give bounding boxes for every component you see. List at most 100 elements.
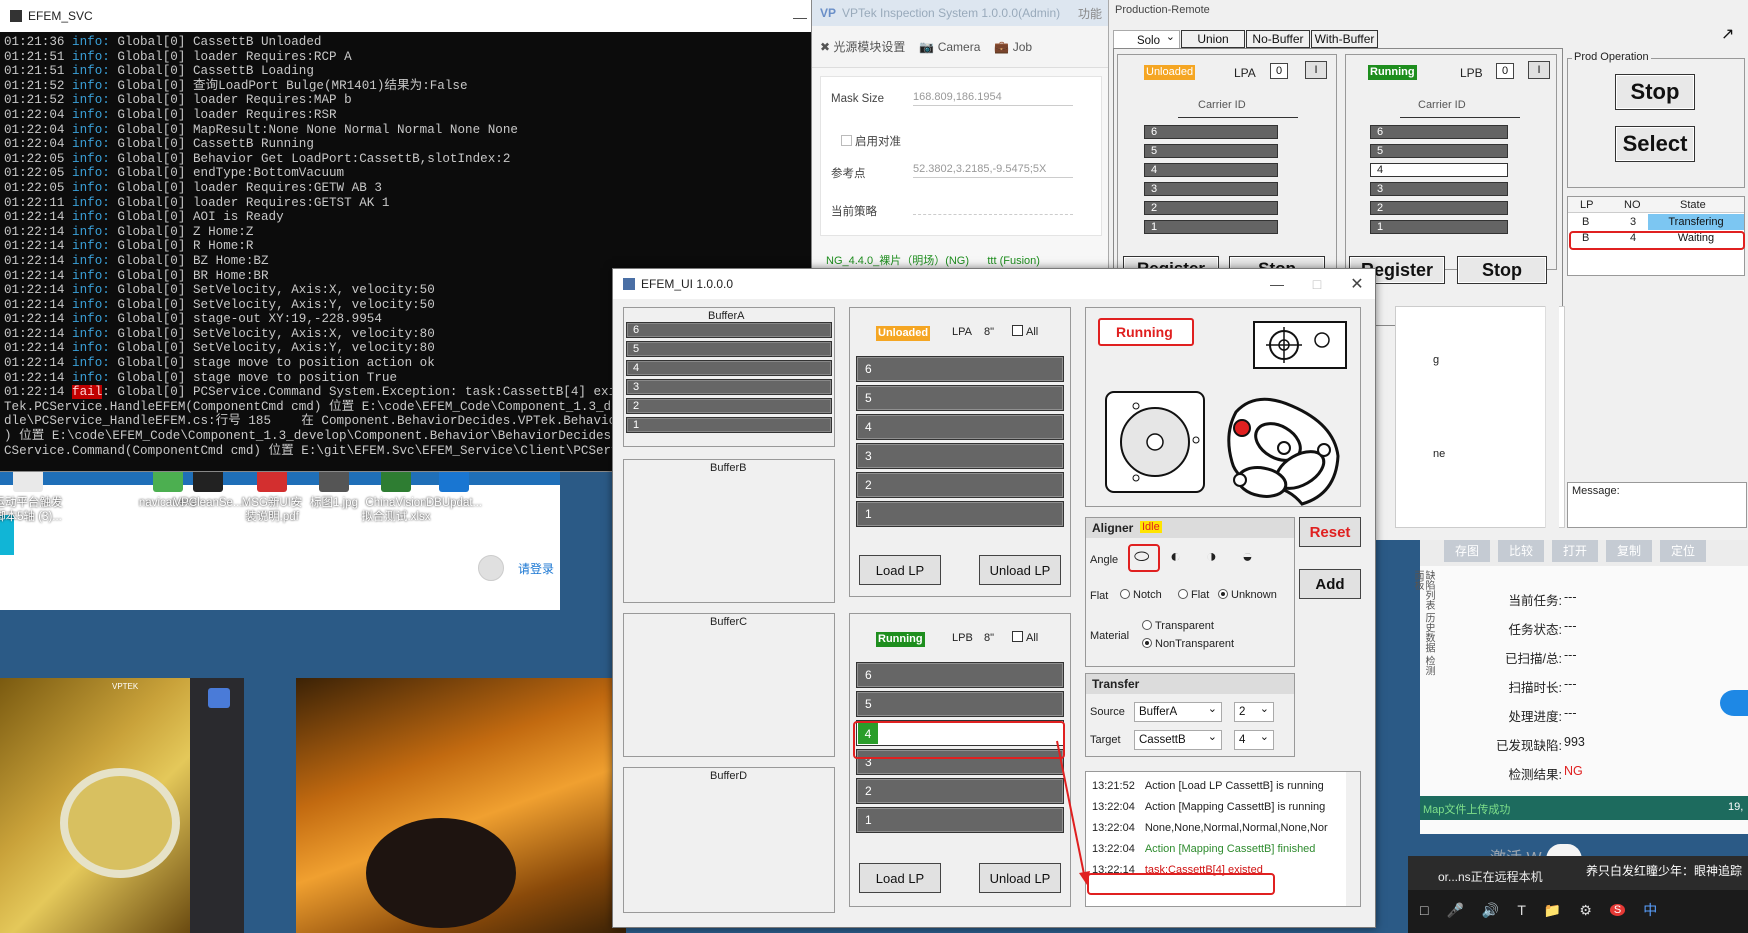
efem-lpa-load-button[interactable]: Load LP <box>859 555 941 585</box>
target-select[interactable]: CassettB <box>1134 728 1222 750</box>
prod-select-button[interactable]: Select <box>1615 126 1695 162</box>
log-scrollbar[interactable] <box>1346 772 1360 906</box>
pr-lpb-slot[interactable]: 1 <box>1370 220 1508 234</box>
efem-lpa-slot[interactable]: 4 <box>856 414 1064 440</box>
efem-lpa-all-checkbox[interactable]: All <box>1012 325 1038 338</box>
angle-270-icon[interactable]: ◒ <box>1242 546 1253 567</box>
pr-lpa-slot[interactable]: 1 <box>1144 220 1278 234</box>
efem-lpa-slot[interactable]: 2 <box>856 472 1064 498</box>
stat-value: NG <box>1564 764 1583 778</box>
login-hint[interactable]: 请登录 <box>518 560 554 577</box>
prod-stop-button[interactable]: Stop <box>1615 74 1695 110</box>
target-slot-select[interactable]: 4 <box>1234 728 1274 750</box>
strategy-value[interactable] <box>913 201 1073 215</box>
efem-lpb-slot[interactable]: 6 <box>856 662 1064 688</box>
efem-minimize-icon[interactable]: — <box>1257 269 1297 299</box>
pr-lpb-slot[interactable]: 5 <box>1370 144 1508 158</box>
console-minimize-icon[interactable]: — <box>780 2 811 32</box>
pr-lpb-stop-button[interactable]: Stop <box>1457 256 1547 284</box>
material-transparent-radio[interactable]: Transparent <box>1142 620 1214 632</box>
pr-lpb-slot[interactable]: 6 <box>1370 125 1508 139</box>
buffer-a-slot[interactable]: 5 <box>626 341 832 357</box>
efem-close-icon[interactable]: ✕ <box>1337 269 1375 299</box>
log-entry: 13:21:52 Action [Load LP CassettB] is run… <box>1092 780 1324 792</box>
chat-icon[interactable]: □ <box>1420 902 1428 918</box>
resize-icon[interactable]: ↗ <box>1721 24 1734 44</box>
folder-icon[interactable]: 📁 <box>1544 902 1561 919</box>
pr-lpb-slot[interactable]: 3 <box>1370 182 1508 196</box>
ref-point-value[interactable]: 52.3802,3.2185,-9.5475;5X <box>913 163 1073 178</box>
efem-lpa-slot[interactable]: 5 <box>856 385 1064 411</box>
buffer-a-slot[interactable]: 6 <box>626 322 832 338</box>
efem-lpb-all-checkbox[interactable]: All <box>1012 631 1038 644</box>
row1-state[interactable]: Transfering <box>1648 214 1744 230</box>
add-button[interactable]: Add <box>1299 569 1361 599</box>
efem-lpb-unload-button[interactable]: Unload LP <box>979 863 1061 893</box>
flat-notch-radio[interactable]: Notch <box>1120 589 1162 601</box>
pr-lpa-slot[interactable]: 4 <box>1144 163 1278 177</box>
flat-flat-radio[interactable]: Flat <box>1178 589 1209 601</box>
ng-line[interactable]: NG_4.4.0_裸片（明场）(NG) ttt (Fusion) <box>826 252 1040 268</box>
ime-icon[interactable]: S <box>1609 904 1626 916</box>
pr-lpb-slot[interactable]: 2 <box>1370 201 1508 215</box>
pr-lpa-flag[interactable]: I <box>1305 61 1327 79</box>
angle-90-icon[interactable]: ◐ <box>1170 546 1181 567</box>
reset-button[interactable]: Reset <box>1299 517 1361 547</box>
pr-lpa-slot[interactable]: 3 <box>1144 182 1278 196</box>
flat-unknown-radio[interactable]: Unknown <box>1218 589 1277 601</box>
buffer-a-slot[interactable]: 2 <box>626 398 832 414</box>
efem-lpa-unload-button[interactable]: Unload LP <box>979 555 1061 585</box>
avatar[interactable] <box>478 555 504 581</box>
mask-size-value[interactable]: 168.809,186.1954 <box>913 91 1073 106</box>
tool-job[interactable]: 💼 Job <box>994 40 1032 54</box>
pr-lpa-slot[interactable]: 2 <box>1144 201 1278 215</box>
angle-0-icon[interactable]: ⬭ <box>1134 546 1149 567</box>
tool-compare[interactable]: 比较 <box>1498 538 1544 562</box>
efem-lpa-slot[interactable]: 3 <box>856 443 1064 469</box>
tab-solo[interactable]: Solo <box>1113 28 1180 50</box>
prod-log-scrollbar[interactable] <box>1545 306 1559 528</box>
efem-maximize-icon[interactable]: □ <box>1297 269 1337 299</box>
source-slot-select[interactable]: 2 <box>1234 700 1274 722</box>
pr-lpb-slot[interactable]: 4 <box>1370 163 1508 177</box>
right-blue-circle[interactable] <box>1720 690 1748 716</box>
efem-lpb-load-button[interactable]: Load LP <box>859 863 941 893</box>
buffer-a-slot[interactable]: 3 <box>626 379 832 395</box>
strip-icon[interactable] <box>208 688 230 708</box>
tool-light-module[interactable]: ✖ 光源模块设置 <box>820 38 905 55</box>
material-nontransparent-radio[interactable]: NonTransparent <box>1142 638 1234 650</box>
tab-union[interactable]: Union <box>1181 30 1245 48</box>
settings-icon[interactable]: ⚙ <box>1579 902 1592 919</box>
pr-lpa-slot[interactable]: 6 <box>1144 125 1278 139</box>
source-select[interactable]: BufferA <box>1134 700 1222 722</box>
tool-open[interactable]: 打开 <box>1552 538 1598 562</box>
angle-180-icon[interactable]: ◑ <box>1206 546 1217 567</box>
tool-locate[interactable]: 定位 <box>1660 538 1706 562</box>
efem-lpb-slot[interactable]: 5 <box>856 691 1064 717</box>
vtab-history[interactable]: 历史数据 <box>1423 613 1434 653</box>
vptek-menu-func[interactable]: 功能 <box>1078 5 1102 22</box>
pr-lpb-flag[interactable]: I <box>1528 61 1550 79</box>
efem-lpb-slot[interactable]: 2 <box>856 778 1064 804</box>
vtab-defects[interactable]: 缺陷列表 <box>1423 570 1434 610</box>
tab-no-buffer[interactable]: No-Buffer <box>1246 30 1310 48</box>
ime-chinese[interactable]: 中 <box>1643 900 1657 920</box>
tab-with-buffer[interactable]: With-Buffer <box>1311 30 1378 48</box>
notif-song[interactable]: 养只白发红瞳少年：眼神追踪 <box>1586 862 1742 879</box>
transfer-panel: Transfer Source BufferA 2 Target Cassett… <box>1085 673 1295 757</box>
mic-icon[interactable]: 🎤 <box>1446 902 1463 919</box>
enable-align-checkbox[interactable]: 启用对准 <box>841 133 901 149</box>
efem-lpa-slot[interactable]: 6 <box>856 356 1064 382</box>
volume-icon[interactable]: 🔊 <box>1482 902 1499 919</box>
notif-remote[interactable]: or...ns正在远程本机 <box>1438 868 1543 885</box>
efem-lpb-slot[interactable]: 1 <box>856 807 1064 833</box>
buffer-a-slot[interactable]: 4 <box>626 360 832 376</box>
buffer-a-slot[interactable]: 1 <box>626 417 832 433</box>
tool-save-image[interactable]: 存图 <box>1444 538 1490 562</box>
pr-lpa-slot[interactable]: 5 <box>1144 144 1278 158</box>
tool-copy[interactable]: 复制 <box>1606 538 1652 562</box>
desktop-icon-label: VPCleanSe... <box>173 497 243 509</box>
tool-camera[interactable]: 📷 Camera <box>919 40 980 54</box>
efem-lpa-slot[interactable]: 1 <box>856 501 1064 527</box>
text-icon[interactable]: T <box>1517 902 1526 918</box>
